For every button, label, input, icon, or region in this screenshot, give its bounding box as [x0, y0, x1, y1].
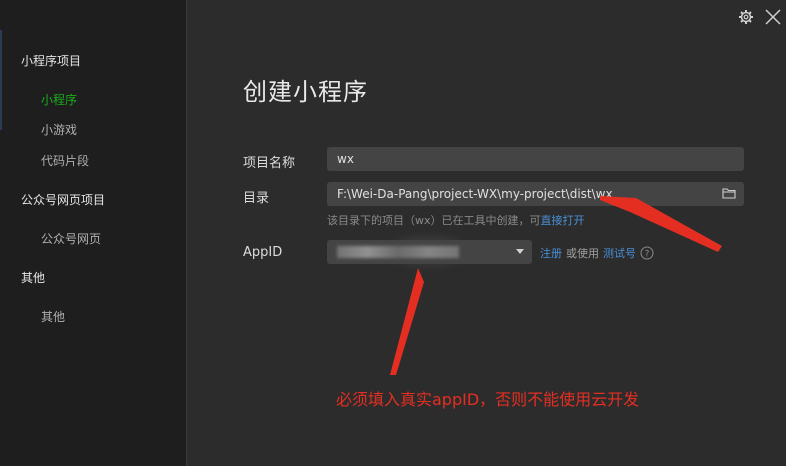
folder-icon[interactable] [722, 187, 736, 199]
help-icon[interactable]: ? [640, 246, 654, 260]
sidebar-item-code-snippet[interactable]: 代码片段 [41, 152, 89, 169]
open-directly-link[interactable]: 直接打开 [541, 214, 585, 227]
group-title-official-account: 公众号网页项目 [21, 193, 106, 207]
group-title-other: 其他 [21, 271, 46, 285]
annotation-text: 必须填入真实appID，否则不能使用云开发 [336, 390, 640, 409]
appid-select[interactable] [327, 240, 532, 264]
sidebar-item-minigame[interactable]: 小游戏 [41, 121, 77, 138]
directory-value: F:\Wei-Da-Pang\project-WX\my-project\dis… [337, 187, 613, 201]
close-icon[interactable] [764, 8, 782, 26]
sidebar-accent [0, 30, 2, 130]
test-account-link[interactable]: 测试号 [603, 245, 636, 261]
page-title: 创建小程序 [243, 78, 368, 106]
sidebar-item-miniprogram[interactable]: 小程序 [41, 91, 77, 108]
directory-hint: 该目录下的项目（wx）已在工具中创建，可直接打开 [327, 212, 585, 228]
svg-text:?: ? [645, 250, 650, 260]
project-name-label: 项目名称 [243, 156, 296, 171]
caret-down-icon [516, 249, 524, 254]
directory-input[interactable]: F:\Wei-Da-Pang\project-WX\my-project\dis… [327, 182, 744, 206]
sidebar: 小程序项目 小程序 小游戏 代码片段 公众号网页项目 公众号网页 其他 其他 [0, 0, 187, 466]
appid-links: 注册 或使用 测试号 ? [540, 245, 654, 261]
gear-icon[interactable] [738, 9, 754, 25]
appid-label: AppID [243, 245, 283, 260]
directory-label: 目录 [243, 191, 270, 206]
directory-hint-text: 该目录下的项目（wx）已在工具中创建，可 [327, 214, 541, 227]
project-name-input[interactable]: wx [327, 147, 744, 171]
group-title-miniprogram: 小程序项目 [21, 54, 82, 68]
arrow-to-appid [390, 268, 424, 375]
redacted-appid [337, 246, 459, 258]
window-controls [738, 8, 786, 26]
sidebar-item-other[interactable]: 其他 [41, 308, 65, 325]
register-link[interactable]: 注册 [540, 245, 562, 261]
sidebar-item-official-web[interactable]: 公众号网页 [41, 230, 101, 247]
or-use-text: 或使用 [566, 247, 599, 260]
